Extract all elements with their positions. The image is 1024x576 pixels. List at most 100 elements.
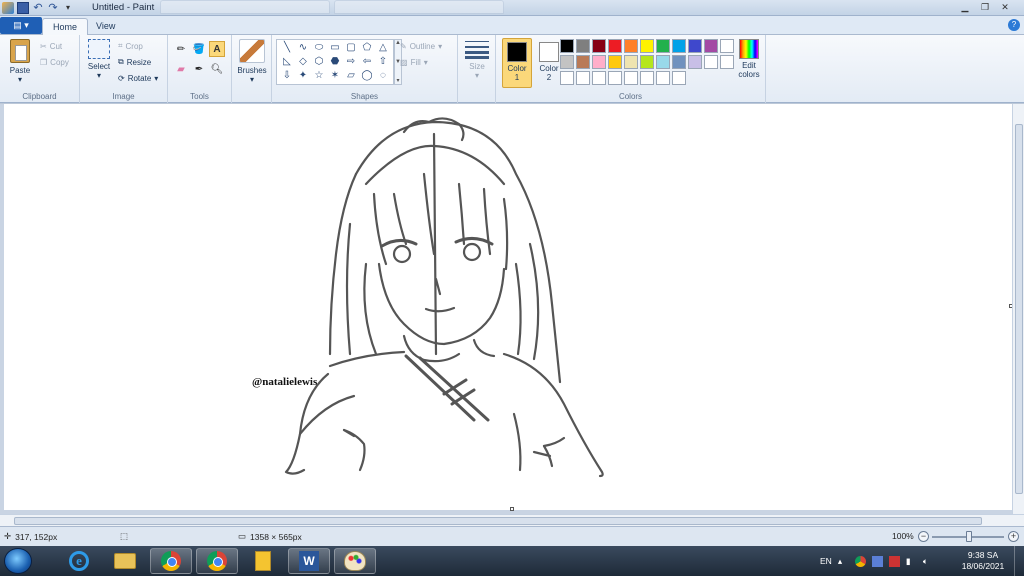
zoom-slider-knob[interactable] bbox=[966, 531, 972, 542]
show-desktop-button[interactable] bbox=[1014, 546, 1024, 576]
language-indicator[interactable]: EN bbox=[820, 556, 832, 566]
maximize-icon[interactable]: ❐ bbox=[976, 1, 994, 14]
cut-button[interactable]: ✂ Cut bbox=[40, 39, 62, 53]
paint-app-icon[interactable] bbox=[2, 2, 14, 14]
taskbar-chrome[interactable] bbox=[150, 548, 192, 574]
crop-button[interactable]: ⌗ Crop bbox=[118, 39, 143, 53]
palette-swatch[interactable] bbox=[640, 39, 654, 53]
drawing-canvas[interactable]: @natalielewis bbox=[4, 104, 1013, 511]
chrome-tray-icon[interactable] bbox=[854, 555, 866, 567]
shape-option[interactable]: ▢ bbox=[343, 41, 359, 55]
palette-swatch[interactable] bbox=[624, 71, 638, 85]
eraser-icon[interactable]: ▰ bbox=[173, 61, 189, 77]
start-button[interactable] bbox=[4, 548, 32, 574]
horizontal-scroll-thumb[interactable] bbox=[14, 517, 982, 525]
file-menu-button[interactable]: ▤ ▾ bbox=[0, 17, 42, 34]
customize-icon[interactable]: ▾ bbox=[62, 2, 74, 14]
palette-swatch[interactable] bbox=[560, 55, 574, 69]
shape-option[interactable]: ▱ bbox=[343, 69, 359, 83]
palette-swatch[interactable] bbox=[608, 55, 622, 69]
clock[interactable]: 9:38 SA 18/06/2021 bbox=[958, 550, 1008, 572]
app-tray-icon[interactable] bbox=[871, 555, 883, 567]
pencil-icon[interactable]: ✏ bbox=[173, 41, 189, 57]
palette-swatch[interactable] bbox=[608, 39, 622, 53]
palette-swatch[interactable] bbox=[688, 39, 702, 53]
shape-option[interactable]: ◺ bbox=[279, 55, 295, 69]
shape-option[interactable]: ⇩ bbox=[279, 69, 295, 83]
palette-swatch[interactable] bbox=[624, 39, 638, 53]
palette-swatch[interactable] bbox=[560, 39, 574, 53]
shape-option[interactable]: ⇨ bbox=[343, 55, 359, 69]
shape-option[interactable]: △ bbox=[375, 41, 391, 55]
fill-button[interactable]: ▨ Fill ▾ bbox=[400, 55, 428, 69]
resize-handle-bottom[interactable] bbox=[510, 507, 514, 511]
shape-option[interactable]: ∿ bbox=[295, 41, 311, 55]
palette-swatch[interactable] bbox=[640, 55, 654, 69]
palette-swatch[interactable] bbox=[576, 39, 590, 53]
palette-swatch[interactable] bbox=[656, 55, 670, 69]
action-center-icon[interactable] bbox=[888, 555, 900, 567]
minimize-icon[interactable]: ▁ bbox=[956, 1, 974, 14]
zoom-out-button[interactable]: − bbox=[918, 531, 929, 542]
shape-option[interactable]: ☆ bbox=[311, 69, 327, 83]
shape-option[interactable]: ⇦ bbox=[359, 55, 375, 69]
brushes-button[interactable]: Brushes ▾ bbox=[236, 39, 268, 84]
shape-option[interactable]: ✦ bbox=[295, 69, 311, 83]
shape-option[interactable]: ⬡ bbox=[311, 55, 327, 69]
palette-swatch[interactable] bbox=[592, 39, 606, 53]
fill-bucket-icon[interactable]: 🪣 bbox=[191, 41, 207, 57]
shape-option[interactable]: ✶ bbox=[327, 69, 343, 83]
expand-gallery-icon[interactable]: ▾ bbox=[396, 77, 399, 84]
vertical-scroll-thumb[interactable] bbox=[1015, 124, 1023, 494]
palette-swatch[interactable] bbox=[720, 39, 734, 53]
help-icon[interactable]: ? bbox=[1008, 19, 1020, 31]
copy-button[interactable]: ❐ Copy bbox=[40, 55, 69, 69]
palette-swatch[interactable] bbox=[576, 55, 590, 69]
vertical-scrollbar[interactable] bbox=[1012, 104, 1024, 514]
tab-home[interactable]: Home bbox=[42, 18, 89, 35]
shape-option[interactable]: ⬭ bbox=[311, 41, 327, 55]
shape-option[interactable]: ⇧ bbox=[375, 55, 391, 69]
shape-option[interactable]: ▭ bbox=[327, 41, 343, 55]
outline-button[interactable]: ✎ Outline ▾ bbox=[400, 39, 442, 53]
palette-swatch[interactable] bbox=[720, 55, 734, 69]
taskbar-sticky-notes[interactable] bbox=[242, 548, 284, 574]
palette-swatch[interactable] bbox=[640, 71, 654, 85]
shape-option[interactable]: ╲ bbox=[279, 41, 295, 55]
palette-swatch[interactable] bbox=[704, 39, 718, 53]
shape-option[interactable]: ⬣ bbox=[327, 55, 343, 69]
network-icon[interactable]: ▮ bbox=[906, 556, 917, 567]
color-picker-icon[interactable]: ✒ bbox=[191, 61, 207, 77]
select-button[interactable]: Select ▾ bbox=[86, 39, 112, 80]
palette-swatch[interactable] bbox=[624, 55, 638, 69]
palette-swatch[interactable] bbox=[672, 55, 686, 69]
magnifier-icon[interactable]: 🔍︎ bbox=[209, 61, 225, 77]
taskbar-chrome-2[interactable] bbox=[196, 548, 238, 574]
zoom-in-button[interactable]: + bbox=[1008, 531, 1019, 542]
resize-button[interactable]: ⧉ Resize bbox=[118, 55, 151, 69]
shape-option[interactable]: ◌ bbox=[375, 69, 391, 83]
palette-swatch[interactable] bbox=[688, 55, 702, 69]
taskbar-paint[interactable] bbox=[334, 548, 376, 574]
tab-view[interactable]: View bbox=[86, 18, 125, 35]
taskbar-word[interactable]: W bbox=[288, 548, 330, 574]
size-button[interactable]: Size ▾ bbox=[464, 39, 490, 80]
show-hidden-icons-icon[interactable]: ▴ bbox=[838, 556, 849, 567]
taskbar-internet-explorer[interactable]: e bbox=[58, 548, 100, 574]
palette-swatch[interactable] bbox=[608, 71, 622, 85]
shape-option[interactable]: ◇ bbox=[295, 55, 311, 69]
text-tool-icon[interactable]: A bbox=[209, 41, 225, 57]
rotate-button[interactable]: ⟳ Rotate ▾ bbox=[118, 71, 158, 85]
volume-icon[interactable]: 🔈︎ bbox=[923, 556, 934, 567]
undo-icon[interactable]: ↶ bbox=[32, 2, 44, 14]
shape-option[interactable]: ◯ bbox=[359, 69, 375, 83]
palette-swatch[interactable] bbox=[704, 55, 718, 69]
palette-swatch[interactable] bbox=[672, 71, 686, 85]
palette-swatch[interactable] bbox=[592, 55, 606, 69]
palette-swatch[interactable] bbox=[672, 39, 686, 53]
palette-swatch[interactable] bbox=[576, 71, 590, 85]
color1-button[interactable]: Color 1 bbox=[502, 38, 532, 88]
palette-swatch[interactable] bbox=[592, 71, 606, 85]
palette-swatch[interactable] bbox=[560, 71, 574, 85]
close-icon[interactable]: ✕ bbox=[996, 1, 1014, 14]
